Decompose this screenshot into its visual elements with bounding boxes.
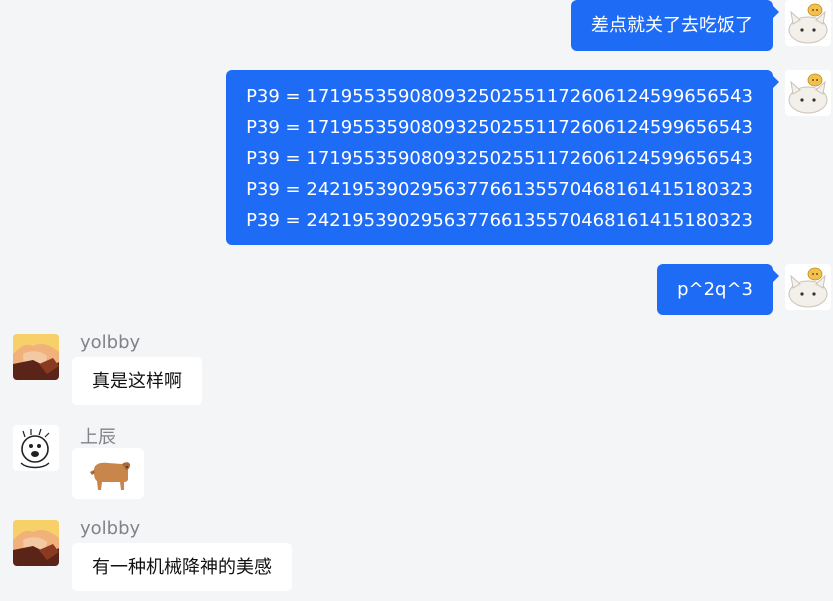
message-text: 真是这样啊 [92, 371, 182, 392]
message-bubble[interactable] [72, 448, 144, 499]
message-text: 有一种机械降神的美感 [92, 557, 272, 578]
message-bubble[interactable]: 有一种机械降神的美感 [72, 543, 292, 591]
cat-avatar-icon[interactable] [785, 70, 831, 116]
message-text: p^2q^3 [677, 279, 753, 300]
message-line: P39 = 2421953902956377661355704681614151… [246, 179, 753, 200]
message-line: P39 = 2421953902956377661355704681614151… [246, 210, 753, 231]
message-text: 差点就关了去吃饭了 [591, 15, 753, 36]
message-line: P39 = 1719553590809325025511726061245996… [246, 148, 753, 169]
sender-name: yolbby [80, 332, 141, 353]
cat-avatar-icon[interactable] [785, 264, 831, 310]
message-bubble[interactable]: P39 = 1719553590809325025511726061245996… [226, 70, 779, 245]
anime-avatar-icon[interactable] [13, 520, 59, 566]
bubble-tail [773, 6, 779, 18]
message-bubble[interactable]: 差点就关了去吃饭了 [571, 0, 779, 51]
doodle-avatar-icon[interactable] [13, 425, 59, 471]
anime-avatar-icon[interactable] [13, 334, 59, 380]
cat-avatar-icon[interactable] [785, 0, 831, 46]
cow-sticker-icon [90, 462, 130, 490]
bubble-tail [773, 270, 779, 282]
message-bubble[interactable]: p^2q^3 [657, 264, 779, 315]
chat-window: 差点就关了去吃饭了 P39 = 171955359080932502551172… [0, 0, 833, 601]
message-bubble[interactable]: 真是这样啊 [72, 357, 202, 405]
bubble-tail [773, 76, 779, 88]
message-line: P39 = 1719553590809325025511726061245996… [246, 86, 753, 107]
message-line: P39 = 1719553590809325025511726061245996… [246, 117, 753, 138]
sender-name: yolbby [80, 518, 141, 539]
sender-name: 上辰 [80, 427, 116, 448]
